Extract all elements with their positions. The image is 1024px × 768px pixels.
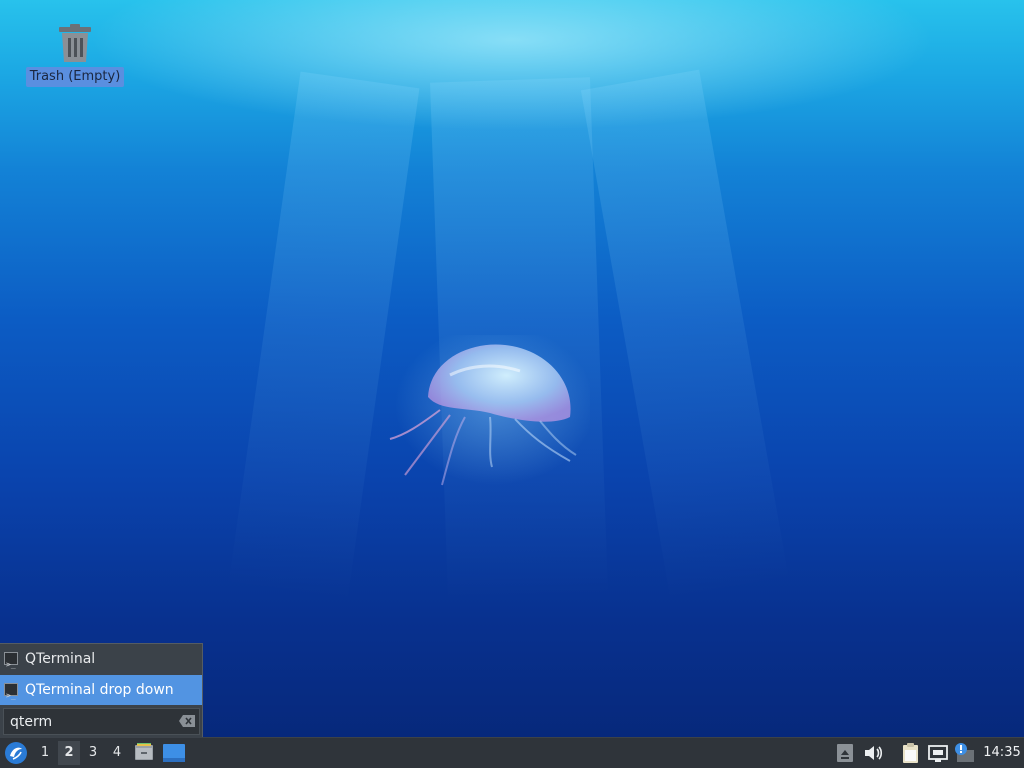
desktop-icon-trash[interactable]: Trash (Empty) (26, 20, 124, 90)
file-manager-icon[interactable] (134, 742, 154, 762)
desktop-switch-3[interactable]: 3 (82, 741, 104, 765)
desktop[interactable]: Trash (Empty) >_ QTerminal >_ QTerminal … (0, 0, 1024, 768)
tray-expand-icon[interactable] (834, 742, 856, 764)
runner-popup: >_ QTerminal >_ QTerminal drop down (0, 643, 203, 737)
launcher-result-qterminal[interactable]: >_ QTerminal (0, 644, 202, 674)
desktop-icon-label: Trash (Empty) (26, 67, 124, 87)
trash-icon (59, 24, 91, 62)
launcher-result-qterminal-drop-down[interactable]: >_ QTerminal drop down (0, 675, 202, 705)
search-field (3, 708, 200, 735)
taskbar: 1 2 3 4 14:35 (0, 737, 1024, 768)
desktop-switch-1[interactable]: 1 (34, 741, 56, 765)
lxqt-menu-icon[interactable] (4, 741, 28, 765)
light-ray (580, 69, 790, 603)
desktop-switch-4[interactable]: 4 (106, 741, 128, 765)
clipboard-icon[interactable] (899, 742, 921, 764)
update-notifier-icon[interactable] (953, 742, 975, 764)
result-label: QTerminal (25, 651, 96, 667)
clear-text-icon[interactable] (179, 715, 195, 727)
desktop-switch-2[interactable]: 2 (58, 741, 80, 765)
show-desktop-icon[interactable] (163, 744, 185, 762)
volume-icon[interactable] (862, 742, 884, 764)
clock[interactable]: 14:35 (980, 738, 1024, 768)
network-icon[interactable] (927, 742, 949, 764)
result-label: QTerminal drop down (25, 682, 174, 698)
jellyfish-wallpaper (389, 335, 590, 486)
terminal-icon: >_ (4, 683, 18, 700)
search-input[interactable] (4, 709, 174, 734)
terminal-icon: >_ (4, 652, 18, 669)
